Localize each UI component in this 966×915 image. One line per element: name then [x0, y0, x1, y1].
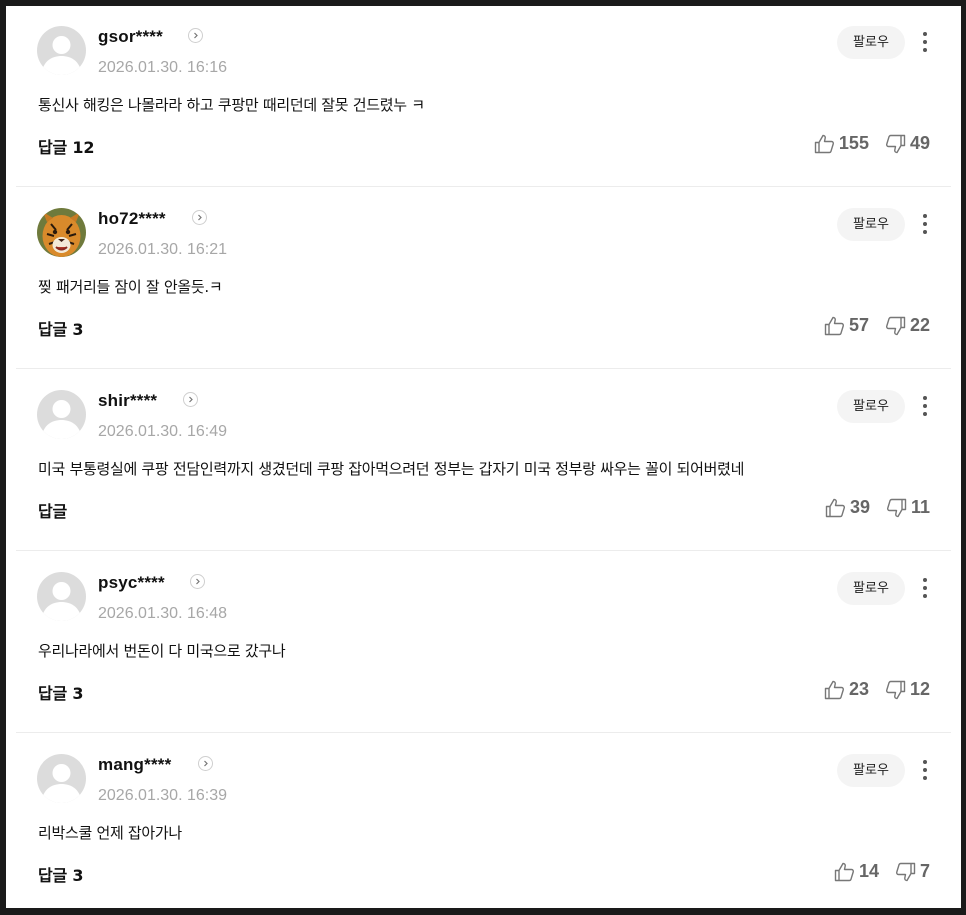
more-options-icon[interactable] — [916, 210, 934, 238]
profile-arrow-icon[interactable] — [190, 574, 205, 589]
profile-arrow-icon[interactable] — [183, 392, 198, 407]
comment-text: 미국 부통령실에 쿠팡 전담인력까지 생겼던데 쿠팡 잡아먹으려던 정부는 갑자… — [38, 460, 745, 478]
default-avatar-icon — [37, 754, 86, 803]
username[interactable]: psyc**** — [98, 573, 165, 593]
default-avatar-icon — [37, 572, 86, 621]
comment-text: 우리나라에서 번돈이 다 미국으로 갔구나 — [38, 642, 286, 660]
thumbs-down-icon — [895, 862, 916, 881]
comment-timestamp: 2026.01.30. 16:16 — [98, 59, 228, 76]
like-button[interactable]: 39 — [825, 497, 870, 518]
avatar[interactable] — [37, 390, 86, 439]
profile-arrow-icon[interactable] — [198, 756, 213, 771]
comment-item: shir**** 2026.01.30. 16:49 팔로우 미국 부통령실에 … — [16, 370, 951, 551]
comment-list: gsor**** 2026.01.30. 16:16 팔로우 통신사 해킹은 나… — [6, 6, 961, 908]
comment-text: 찢 패거리들 잠이 잘 안올듯.ㅋ — [38, 278, 223, 296]
thumbs-up-icon — [824, 316, 844, 335]
follow-button[interactable]: 팔로우 — [837, 390, 905, 423]
comment-item: mang**** 2026.01.30. 16:39 팔로우 리박스쿨 언제 잡… — [16, 734, 951, 915]
reply-button[interactable]: 답글 3 — [38, 862, 84, 886]
dislike-count: 49 — [909, 133, 930, 153]
more-options-icon[interactable] — [916, 28, 934, 56]
follow-button[interactable]: 팔로우 — [837, 26, 905, 59]
dislike-count: 22 — [909, 315, 930, 335]
follow-button[interactable]: 팔로우 — [837, 572, 905, 605]
reply-button[interactable]: 답글 3 — [38, 316, 84, 340]
like-button[interactable]: 155 — [814, 133, 869, 154]
comment-item: psyc**** 2026.01.30. 16:48 팔로우 우리나라에서 번돈… — [16, 552, 951, 733]
thumbs-up-icon — [824, 680, 844, 699]
like-button[interactable]: 14 — [834, 861, 879, 882]
avatar[interactable] — [37, 26, 86, 75]
vote-group: 14 7 — [834, 861, 930, 882]
thumbs-down-icon — [885, 134, 906, 153]
profile-arrow-icon[interactable] — [188, 28, 203, 43]
like-button[interactable]: 23 — [824, 679, 869, 700]
comment-item: gsor**** 2026.01.30. 16:16 팔로우 통신사 해킹은 나… — [16, 6, 951, 187]
vote-group: 39 11 — [825, 497, 930, 518]
follow-button[interactable]: 팔로우 — [837, 208, 905, 241]
like-count: 14 — [858, 861, 879, 881]
dislike-count: 7 — [919, 861, 930, 881]
username[interactable]: ho72**** — [98, 209, 166, 229]
username[interactable]: mang**** — [98, 755, 171, 775]
follow-button[interactable]: 팔로우 — [837, 754, 905, 787]
thumbs-down-icon — [885, 680, 906, 699]
reply-button[interactable]: 답글 12 — [38, 134, 94, 158]
more-options-icon[interactable] — [916, 756, 934, 784]
thumbs-down-icon — [885, 316, 906, 335]
comment-timestamp: 2026.01.30. 16:21 — [98, 241, 228, 258]
vote-group: 155 49 — [814, 133, 930, 154]
like-button[interactable]: 57 — [824, 315, 869, 336]
reply-button[interactable]: 답글 — [38, 498, 67, 522]
dislike-count: 11 — [910, 497, 930, 517]
default-avatar-icon — [37, 390, 86, 439]
profile-arrow-icon[interactable] — [192, 210, 207, 225]
dislike-button[interactable]: 12 — [885, 679, 930, 700]
more-options-icon[interactable] — [916, 392, 934, 420]
comment-timestamp: 2026.01.30. 16:48 — [98, 605, 228, 622]
comment-text: 리박스쿨 언제 잡아가나 — [38, 824, 182, 842]
like-count: 155 — [838, 133, 869, 153]
thumbs-up-icon — [834, 862, 854, 881]
like-count: 39 — [849, 497, 870, 517]
thumbs-up-icon — [814, 134, 834, 153]
vote-group: 57 22 — [824, 315, 930, 336]
like-count: 23 — [848, 679, 869, 699]
reply-button[interactable]: 답글 3 — [38, 680, 84, 704]
thumbs-down-icon — [886, 498, 907, 517]
thumbs-up-icon — [825, 498, 845, 517]
avatar[interactable] — [37, 754, 86, 803]
dislike-button[interactable]: 49 — [885, 133, 930, 154]
comment-timestamp: 2026.01.30. 16:49 — [98, 423, 228, 440]
comment-item: ho72**** 2026.01.30. 16:21 팔로우 찢 패거리들 잠이… — [16, 188, 951, 369]
vote-group: 23 12 — [824, 679, 930, 700]
dislike-count: 12 — [909, 679, 930, 699]
comment-text: 통신사 해킹은 나몰라라 하고 쿠팡만 때리던데 잘못 건드렸누 ㅋ — [38, 96, 425, 114]
avatar[interactable] — [37, 572, 86, 621]
avatar[interactable] — [37, 208, 86, 257]
dislike-button[interactable]: 7 — [895, 861, 930, 882]
like-count: 57 — [848, 315, 869, 335]
tiger-avatar-icon — [37, 208, 86, 257]
dislike-button[interactable]: 11 — [886, 497, 930, 518]
more-options-icon[interactable] — [916, 574, 934, 602]
comment-timestamp: 2026.01.30. 16:39 — [98, 787, 228, 804]
dislike-button[interactable]: 22 — [885, 315, 930, 336]
username[interactable]: gsor**** — [98, 27, 163, 47]
username[interactable]: shir**** — [98, 391, 157, 411]
default-avatar-icon — [37, 26, 86, 75]
